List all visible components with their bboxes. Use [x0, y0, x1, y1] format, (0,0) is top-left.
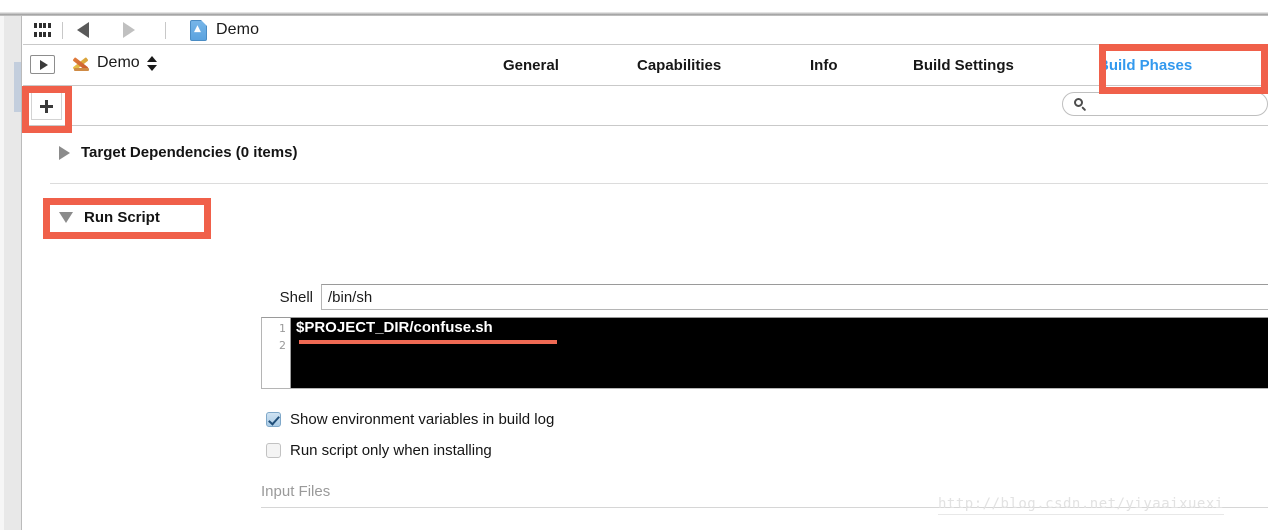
triangle-down-icon[interactable]	[59, 212, 73, 223]
phase-header-target-dependencies[interactable]: Target Dependencies (0 items)	[59, 144, 297, 161]
editor-tab-bar: Demo General Capabilities Info Build Set…	[23, 45, 1268, 86]
stepper-up-down-icon[interactable]	[146, 53, 157, 73]
xcode-target-icon	[71, 53, 91, 73]
toolbar-divider-2	[165, 21, 166, 39]
window-left-edge	[0, 16, 4, 530]
toolbar: ▲ Demo	[23, 16, 1268, 45]
search-icon	[1074, 97, 1087, 111]
build-phases-content: Target Dependencies (0 items) Run Script…	[23, 126, 1268, 530]
phase-title-run-script: Run Script	[84, 209, 160, 226]
show-environment-variables-label: Show environment variables in build log	[290, 411, 555, 428]
run-script-only-when-installing-checkbox[interactable]: Run script only when installing	[266, 442, 492, 459]
script-editor-gutter: 1 2	[262, 318, 291, 388]
build-phase-filter-bar	[23, 86, 1268, 126]
shell-label: Shell	[279, 288, 313, 306]
show-environment-variables-checkbox[interactable]: Show environment variables in build log	[266, 411, 554, 428]
shell-row: Shell	[261, 283, 1268, 311]
triangle-right-icon[interactable]	[59, 145, 70, 160]
add-build-phase-button[interactable]	[31, 92, 62, 120]
tab-capabilities[interactable]: Capabilities	[637, 57, 721, 74]
run-script-only-when-installing-label: Run script only when installing	[290, 442, 492, 459]
script-editor-code-area[interactable]: $PROJECT_DIR/confuse.sh	[291, 318, 1268, 388]
forward-arrow-icon[interactable]	[123, 22, 135, 38]
search-input[interactable]	[1093, 95, 1257, 113]
target-list-toggle-icon[interactable]	[30, 55, 55, 74]
xcode-window: ▲ Demo Demo General Capabilities Info Bu…	[0, 0, 1268, 530]
tab-general[interactable]: General	[503, 57, 559, 74]
phase-header-run-script[interactable]: Run Script	[59, 209, 160, 226]
grid-icon[interactable]	[34, 23, 51, 37]
breadcrumb-project-name[interactable]: Demo	[216, 21, 259, 39]
plus-icon	[40, 99, 53, 113]
script-line-1: $PROJECT_DIR/confuse.sh	[296, 319, 493, 336]
watermark-text: http://blog.csdn.net/yiyaaixuexi	[938, 496, 1224, 512]
checkbox-unchecked-icon[interactable]	[266, 443, 281, 458]
script-editor[interactable]: 1 2 $PROJECT_DIR/confuse.sh	[261, 317, 1268, 389]
tab-build-phases[interactable]: Build Phases	[1098, 57, 1192, 74]
tab-build-settings[interactable]: Build Settings	[913, 57, 1014, 74]
line-number: 1	[279, 322, 286, 335]
watermark-rule	[938, 514, 1224, 515]
toolbar-divider-1	[62, 21, 63, 39]
xcode-project-document-icon: ▲	[190, 19, 207, 41]
tab-info[interactable]: Info	[810, 57, 838, 74]
shell-input[interactable]	[321, 284, 1268, 310]
window-top-blank	[0, 0, 1268, 12]
watermark: http://blog.csdn.net/yiyaaixuexi	[938, 496, 1224, 515]
target-selector[interactable]: Demo	[71, 53, 157, 73]
target-name-label: Demo	[97, 54, 140, 71]
back-arrow-icon[interactable]	[77, 22, 89, 38]
annotation-underline-script-path	[299, 340, 557, 344]
phase-title-target-dependencies: Target Dependencies (0 items)	[81, 144, 298, 161]
section-separator	[50, 183, 1268, 184]
line-number: 2	[279, 339, 286, 352]
checkbox-checked-icon[interactable]	[266, 412, 281, 427]
search-field[interactable]	[1062, 92, 1268, 116]
navigator-strip-selection	[14, 62, 21, 112]
